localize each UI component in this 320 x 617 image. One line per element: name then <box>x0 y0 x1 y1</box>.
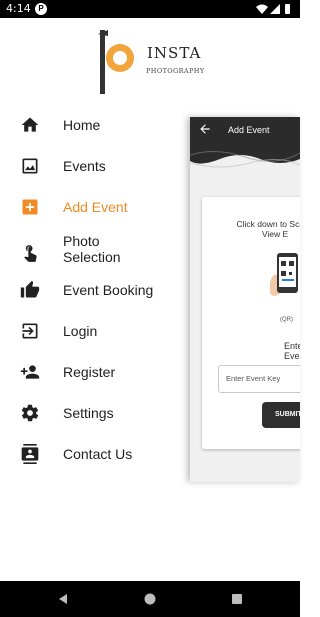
status-time: 4:14 <box>6 2 31 15</box>
thumbs-up-icon <box>20 280 40 298</box>
menu-item-photo-selection[interactable]: Photo Selection <box>0 229 190 271</box>
add-event-title: Add Event <box>228 125 270 135</box>
menu-label-home: Home <box>63 117 101 133</box>
qr-phone-icon <box>270 253 298 296</box>
add-event-card: Click down to Sca to View E (QR) Enter E… <box>202 197 300 449</box>
logo-mark-icon <box>98 30 134 94</box>
menu-label-settings: Settings <box>63 405 114 421</box>
status-indicators-icon <box>256 4 290 14</box>
nav-back-icon[interactable] <box>56 592 70 606</box>
menu-item-home[interactable]: Home <box>0 107 190 143</box>
add-event-appbar: Add Event <box>190 117 300 145</box>
insta-photography-logo: INSTA PHOTOGRAPHY <box>96 26 216 96</box>
back-arrow-icon[interactable] <box>198 122 212 136</box>
nav-recents-icon[interactable] <box>230 592 244 606</box>
menu-item-settings[interactable]: Settings <box>0 395 190 431</box>
menu-label-events: Events <box>63 158 106 174</box>
person-add-icon <box>20 365 40 379</box>
menu-item-event-booking[interactable]: Event Booking <box>0 272 190 308</box>
contact-icon <box>21 444 39 464</box>
add-box-icon <box>22 199 38 215</box>
menu-label-register: Register <box>63 364 116 380</box>
image-icon <box>22 158 38 174</box>
scan-instruction-text: Click down to Sca to View E <box>236 219 300 239</box>
logo-brand-name: INSTA <box>147 44 202 62</box>
header-wave-decoration <box>190 145 300 168</box>
menu-label-login: Login <box>63 323 98 339</box>
menu-item-login[interactable]: Login <box>0 313 190 349</box>
logo-brand-sub: PHOTOGRAPHY <box>146 67 205 75</box>
login-icon <box>22 323 38 339</box>
event-key-input[interactable]: Enter Event Key <box>218 365 300 393</box>
app-notification-icon: P <box>35 3 47 15</box>
nav-home-icon[interactable] <box>143 592 157 606</box>
home-icon <box>21 117 39 132</box>
qr-label: (QR) <box>280 317 293 323</box>
add-event-screen[interactable]: Add Event Click down to Sca to View E (Q… <box>190 117 300 482</box>
status-bar: 4:14 P <box>0 0 300 18</box>
menu-item-contact-us[interactable]: Contact Us <box>0 436 190 472</box>
gear-icon <box>21 404 39 422</box>
navigation-drawer: INSTA PHOTOGRAPHY Home Events Add Event … <box>0 18 204 581</box>
menu-label-photo-selection: Photo Selection <box>63 233 121 265</box>
menu-item-register[interactable]: Register <box>0 354 190 390</box>
menu-item-events[interactable]: Events <box>0 148 190 184</box>
enter-event-text: Enter Even <box>284 341 300 361</box>
menu-item-add-event[interactable]: Add Event <box>0 189 190 225</box>
menu-label-contact-us: Contact Us <box>63 446 133 462</box>
menu-label-event-booking: Event Booking <box>63 282 154 298</box>
submit-button[interactable]: SUBMIT <box>262 402 300 428</box>
menu-label-add-event: Add Event <box>63 199 128 215</box>
touch-icon <box>24 245 37 262</box>
system-nav-bar <box>0 581 300 617</box>
